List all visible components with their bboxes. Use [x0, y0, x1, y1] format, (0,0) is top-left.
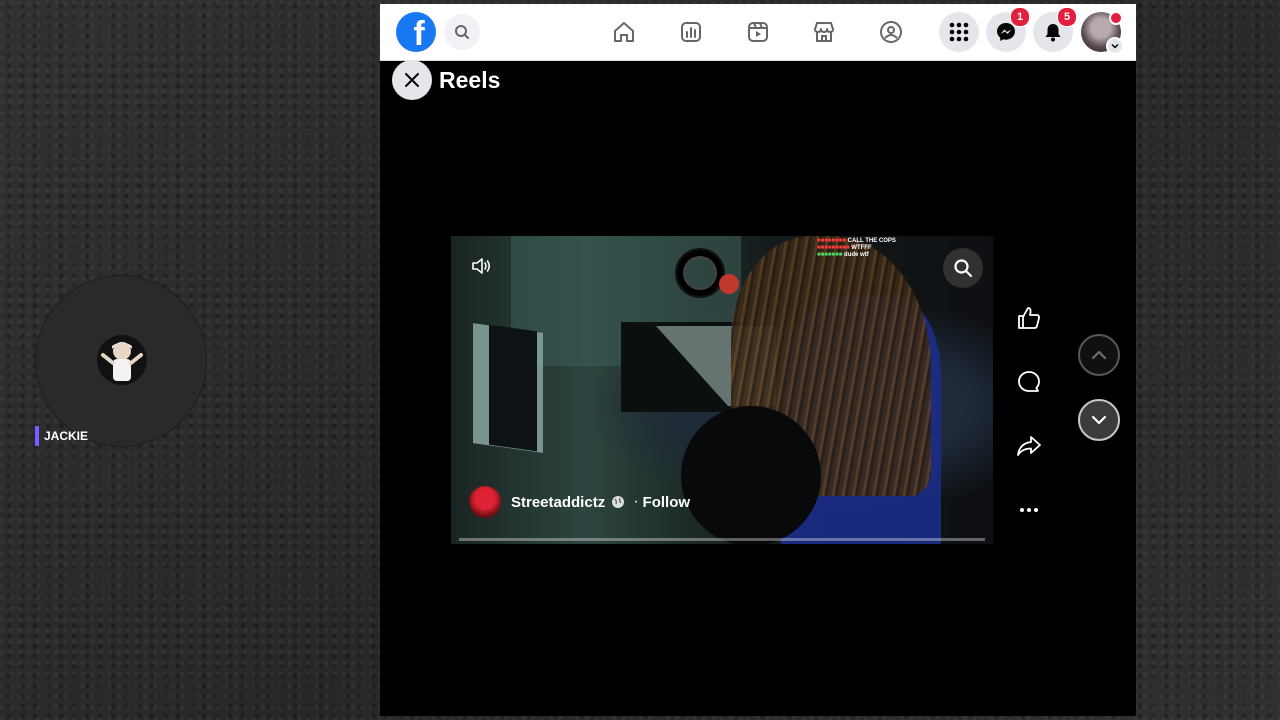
- chat-line-1: CALL THE COPS: [847, 238, 896, 244]
- like-button[interactable]: [1014, 303, 1044, 333]
- groups-icon: [880, 21, 902, 43]
- video-icon: [748, 22, 768, 42]
- streamer-avatar: [97, 335, 147, 385]
- chat-line-3: dude wtf: [844, 252, 869, 258]
- nav-video[interactable]: [742, 16, 774, 48]
- reels-title: Reels: [439, 67, 501, 93]
- comment-button[interactable]: [1014, 367, 1044, 397]
- notifications-badge: 5: [1057, 7, 1077, 27]
- video-scene-foreground-head: [681, 406, 821, 544]
- chevron-down-icon: [1091, 415, 1107, 425]
- nav-insights[interactable]: [675, 16, 707, 48]
- separator-dot: ·: [633, 493, 639, 510]
- share-icon: [1017, 436, 1041, 456]
- facebook-window: f 1 5 Reels ■■■■■■■■ CALL THE COPS ■■■■■…: [380, 4, 1136, 716]
- streamer-label: JACKIE: [35, 426, 88, 446]
- messenger-button[interactable]: 1: [986, 7, 1030, 52]
- top-navigation-bar: f 1 5: [380, 4, 1136, 61]
- nav-home[interactable]: [608, 16, 640, 48]
- search-button[interactable]: [444, 14, 480, 50]
- globe-icon: [612, 496, 625, 508]
- previous-reel-button[interactable]: [1078, 334, 1120, 376]
- profile-avatar-button[interactable]: [1081, 11, 1124, 55]
- nav-groups[interactable]: [875, 16, 907, 48]
- chat-user-3: ■■■■■■■: [817, 252, 843, 258]
- facebook-logo-letter: f: [413, 15, 425, 52]
- close-reels-button[interactable]: [392, 60, 432, 100]
- close-icon: [405, 73, 419, 87]
- chevron-down-icon: [1111, 43, 1119, 49]
- chat-line-2: WTFFF: [851, 245, 872, 251]
- menu-button[interactable]: [939, 12, 979, 52]
- follow-button[interactable]: Follow: [643, 494, 691, 511]
- profile-alert-dot: [1109, 11, 1123, 25]
- thumbs-up-icon: [1018, 307, 1040, 329]
- video-scene-red-object: [719, 274, 739, 294]
- volume-button[interactable]: [465, 250, 497, 282]
- creator-info: Streetaddictz · Follow: [469, 486, 690, 518]
- home-icon: [614, 22, 634, 42]
- messenger-badge: 1: [1010, 7, 1030, 27]
- video-progress-bar[interactable]: [459, 538, 985, 541]
- marketplace-icon: [814, 22, 834, 42]
- chat-user-1: ■■■■■■■■: [817, 238, 846, 244]
- account-dropdown[interactable]: [1106, 37, 1124, 55]
- stream-chat-overlay: ■■■■■■■■ CALL THE COPS ■■■■■■■■■ WTFFF ■…: [817, 238, 896, 259]
- chat-user-2: ■■■■■■■■■: [817, 245, 850, 251]
- search-icon: [455, 25, 469, 39]
- video-search-button[interactable]: [943, 248, 983, 288]
- creator-name[interactable]: Streetaddictz: [511, 494, 605, 511]
- facebook-logo[interactable]: f: [396, 12, 436, 52]
- video-scene-decoration: [675, 248, 725, 298]
- insights-icon: [681, 22, 701, 42]
- search-icon: [954, 259, 973, 278]
- reel-video[interactable]: ■■■■■■■■ CALL THE COPS ■■■■■■■■■ WTFFF ■…: [451, 236, 993, 544]
- nav-marketplace[interactable]: [808, 16, 840, 48]
- label-accent-bar: [35, 426, 39, 446]
- share-button[interactable]: [1014, 431, 1044, 461]
- creator-avatar[interactable]: [469, 486, 501, 518]
- next-reel-button[interactable]: [1078, 399, 1120, 441]
- volume-icon: [472, 258, 491, 274]
- streamer-name: JACKIE: [44, 429, 89, 443]
- comment-icon: [1018, 371, 1040, 392]
- more-options-button[interactable]: [1014, 495, 1044, 525]
- video-scene-door-shadow: [489, 324, 537, 452]
- notifications-button[interactable]: 5: [1033, 7, 1077, 52]
- more-icon: [1020, 508, 1038, 512]
- chevron-up-icon: [1091, 350, 1107, 360]
- grid-menu-icon: [949, 22, 969, 42]
